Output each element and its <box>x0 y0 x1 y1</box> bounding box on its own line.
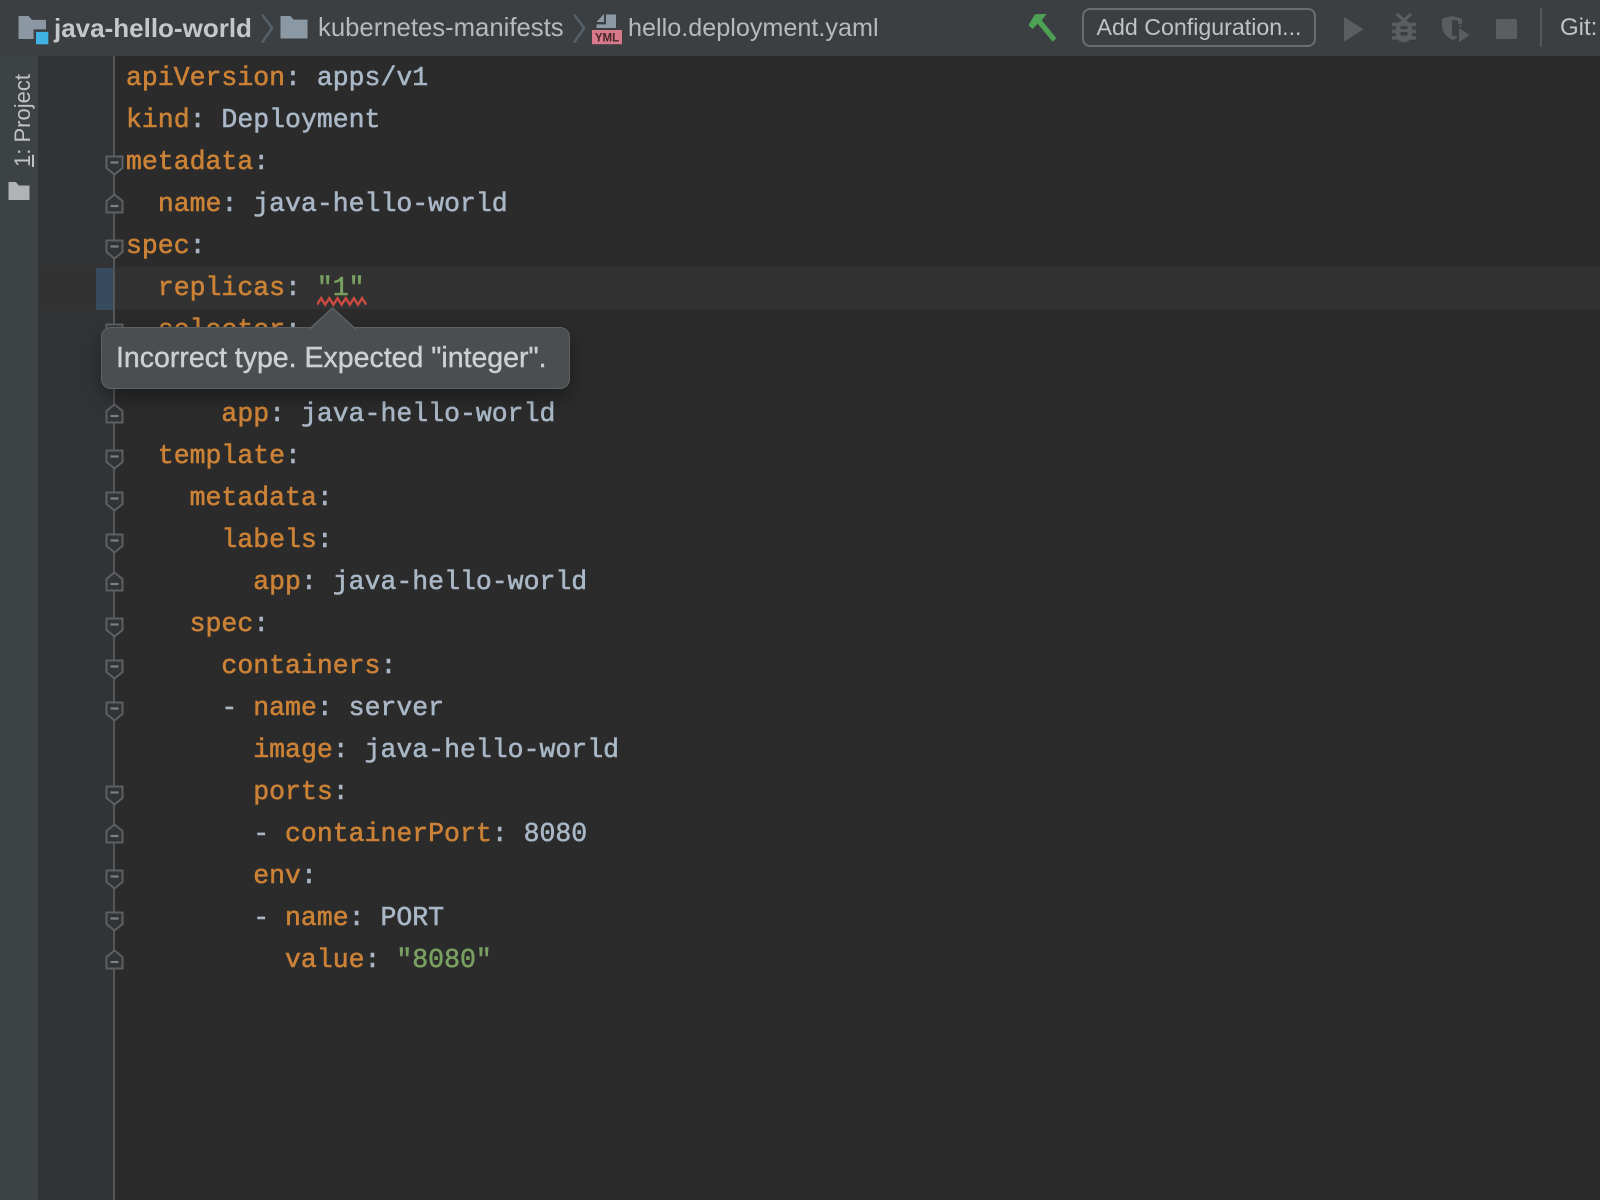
svg-text:YML: YML <box>595 33 619 45</box>
